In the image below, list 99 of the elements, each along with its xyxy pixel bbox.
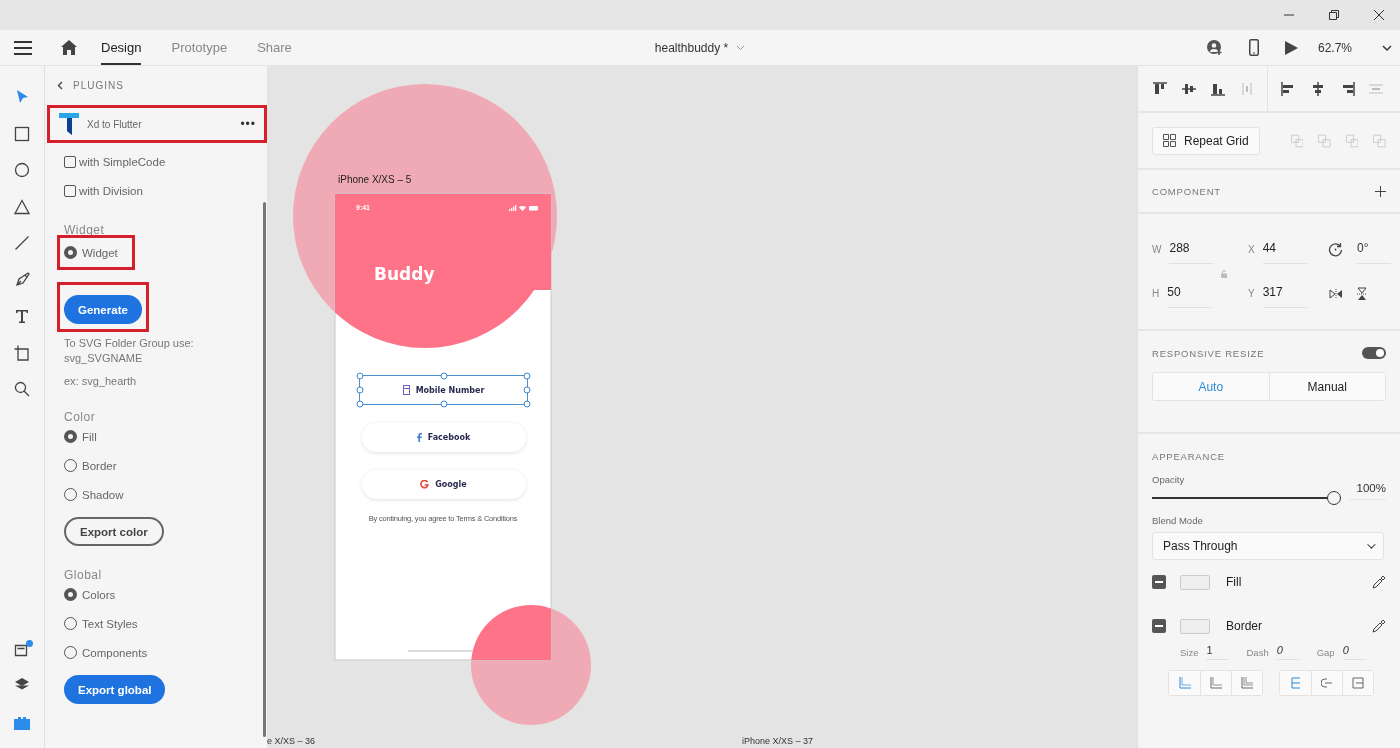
back-icon[interactable] xyxy=(57,81,63,90)
home-indicator xyxy=(408,650,473,652)
rectangle-icon[interactable] xyxy=(14,125,30,142)
action-button[interactable]: Export color xyxy=(64,517,164,546)
section-heading: RESPONSIVE RESIZE xyxy=(1152,347,1265,359)
login-button[interactable]: Google xyxy=(361,470,526,499)
radio-button[interactable]: Fill xyxy=(64,422,97,451)
rotation-field[interactable]: 0° xyxy=(1357,235,1391,264)
flip-vertical-icon[interactable] xyxy=(1357,286,1367,301)
selection-handle[interactable] xyxy=(440,372,447,380)
segment-button[interactable]: Auto xyxy=(1153,373,1269,400)
eyedropper-icon[interactable] xyxy=(1372,619,1386,633)
rotate-icon[interactable] xyxy=(1328,242,1343,257)
status-icons-drawing xyxy=(509,205,539,211)
checkbox[interactable]: with Division xyxy=(64,176,143,205)
triangle-icon[interactable] xyxy=(14,198,30,215)
radio-button[interactable]: Text Styles xyxy=(64,609,138,638)
restore-icon[interactable] xyxy=(1328,9,1340,21)
facebook-icon xyxy=(416,433,422,442)
caret-icon[interactable] xyxy=(1382,44,1392,51)
repeat-grid-button[interactable]: Repeat Grid xyxy=(1152,126,1260,155)
phone-icon xyxy=(402,385,410,395)
stroke-inside-icon xyxy=(1178,677,1191,689)
login-button[interactable]: Mobile Number xyxy=(359,375,528,405)
scrollbar[interactable] xyxy=(263,202,266,737)
section-heading: APPEARANCE xyxy=(1152,451,1225,462)
dimension-field[interactable]: X 44 xyxy=(1248,227,1328,272)
align-bottom-icon[interactable] xyxy=(1210,81,1226,96)
border-field[interactable]: Dash 0 xyxy=(1246,644,1299,660)
checkbox[interactable]: with SimpleCode xyxy=(64,147,166,176)
close-icon[interactable] xyxy=(1373,9,1385,21)
radio-button[interactable]: Colors xyxy=(64,580,116,609)
blend-mode-dropdown[interactable]: Pass Through xyxy=(1152,532,1384,560)
document-title[interactable]: healthbuddy * xyxy=(654,40,729,55)
plugin-logo-icon xyxy=(59,113,79,135)
radio-button[interactable]: Border xyxy=(64,451,117,480)
hint-text: svg_SVGNAME xyxy=(64,351,143,366)
style-label: Fill xyxy=(1226,575,1243,589)
radio-button[interactable]: Components xyxy=(64,638,148,667)
artboard-label[interactable]: e X/XS – 36 xyxy=(267,736,316,746)
field-label: Blend Mode xyxy=(1152,515,1203,526)
add-icon[interactable] xyxy=(1375,185,1386,197)
opacity-value[interactable]: 100% xyxy=(1348,482,1386,500)
checkbox[interactable] xyxy=(1152,619,1166,633)
google-icon xyxy=(420,480,430,489)
opacity-slider[interactable] xyxy=(1152,491,1341,505)
color-swatch[interactable] xyxy=(1180,618,1210,634)
hint-text: ex: svg_hearth xyxy=(64,374,137,389)
align-center-icon[interactable] xyxy=(1310,81,1326,96)
invite-user-icon[interactable] xyxy=(1206,39,1223,56)
radio-button[interactable]: Widget xyxy=(64,238,118,267)
dimension-field[interactable]: H 50 xyxy=(1152,271,1248,316)
more-button[interactable]: ••• xyxy=(240,117,256,131)
section-heading: Color xyxy=(64,409,96,425)
action-button[interactable]: Export global xyxy=(64,675,166,704)
artboard-label[interactable]: iPhone X/XS – 5 xyxy=(338,174,412,185)
align-top-icon[interactable] xyxy=(1152,81,1168,96)
play-icon[interactable] xyxy=(1284,40,1298,55)
border-field[interactable]: Size 1 xyxy=(1180,644,1229,660)
toggle-switch[interactable] xyxy=(1362,347,1386,359)
home-icon[interactable] xyxy=(61,40,77,55)
app-title: Buddy xyxy=(374,264,435,284)
radio-button[interactable]: Shadow xyxy=(64,480,124,509)
color-swatch[interactable] xyxy=(1180,574,1210,590)
section-heading: COMPONENT xyxy=(1152,185,1221,197)
cap-butt-icon xyxy=(1289,677,1302,689)
stroke-outside-icon xyxy=(1241,677,1253,689)
cap-round-icon xyxy=(1321,677,1333,689)
align-middle-icon[interactable] xyxy=(1181,81,1197,96)
field-label: Opacity xyxy=(1152,474,1185,485)
selection-handle[interactable] xyxy=(440,400,447,408)
hint-text: To SVG Folder Group use: xyxy=(64,336,194,351)
artboard-with-circles-drawing[interactable] xyxy=(293,84,591,725)
zoom-level[interactable]: 62.7% xyxy=(1317,40,1352,55)
section-heading: Global xyxy=(64,567,102,583)
artboard-label[interactable]: iPhone X/XS – 37 xyxy=(742,736,814,746)
line-icon[interactable] xyxy=(14,235,30,252)
stroke-center-icon xyxy=(1210,677,1222,689)
style-label: Border xyxy=(1226,619,1264,633)
search-icon[interactable] xyxy=(14,381,30,398)
grid-icon xyxy=(1163,134,1176,147)
flip-horizontal-icon[interactable] xyxy=(1329,288,1343,299)
artboard-icon[interactable] xyxy=(14,344,30,361)
dimension-field[interactable]: W 288 xyxy=(1152,227,1248,272)
login-button[interactable]: Facebook xyxy=(361,423,526,452)
panel-title[interactable]: PLUGINS xyxy=(73,80,124,91)
border-field[interactable]: Gap 0 xyxy=(1316,644,1365,660)
ellipse-icon[interactable] xyxy=(14,162,30,179)
menu-icon[interactable] xyxy=(14,40,32,55)
phone-preview-icon[interactable] xyxy=(1248,39,1259,56)
section-heading: Widget xyxy=(64,222,105,238)
eyedropper-icon[interactable] xyxy=(1372,575,1386,589)
dimension-field[interactable]: Y 317 xyxy=(1248,271,1328,316)
text-tool-icon[interactable] xyxy=(14,308,30,325)
checkbox[interactable] xyxy=(1152,575,1166,589)
pen-icon[interactable] xyxy=(14,271,30,288)
action-button[interactable]: Generate xyxy=(64,295,142,324)
segment-button[interactable]: Manual xyxy=(1268,373,1385,400)
plugin-name: Xd to Flutter xyxy=(87,118,143,130)
